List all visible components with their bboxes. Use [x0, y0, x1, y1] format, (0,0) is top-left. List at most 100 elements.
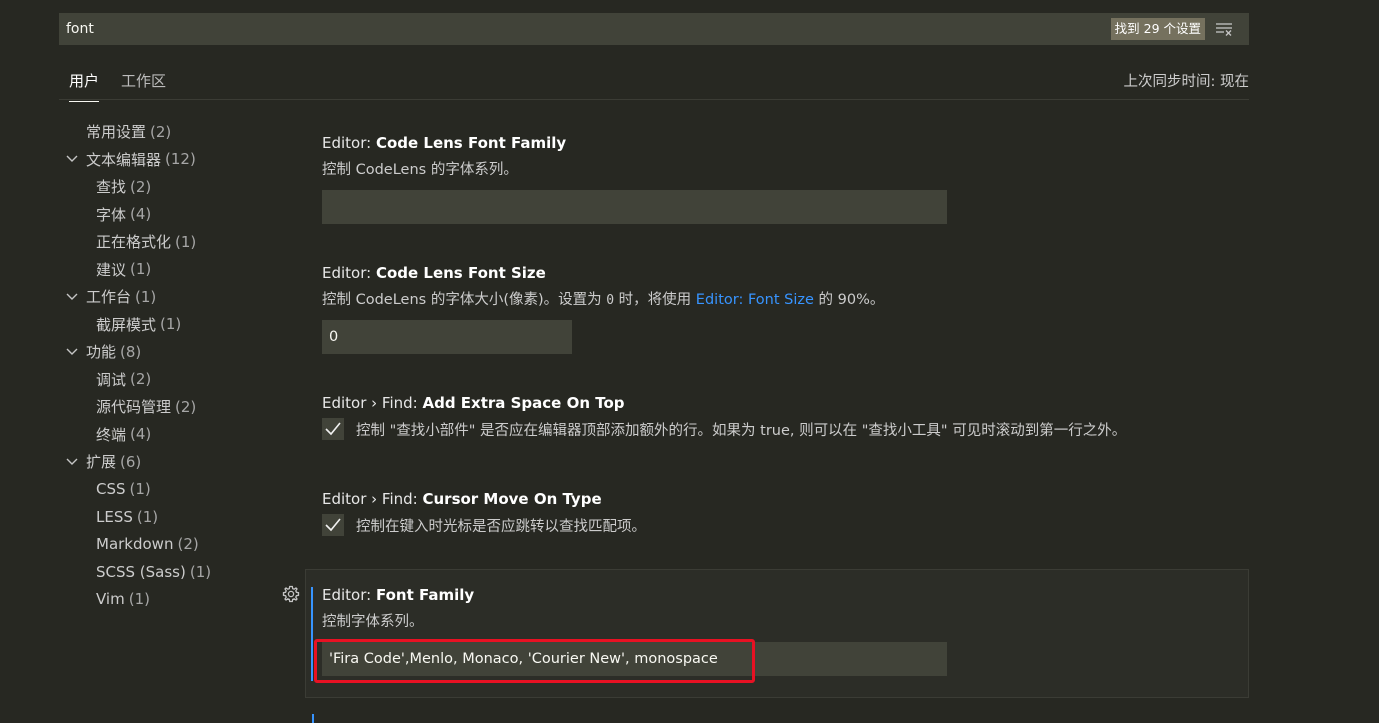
toc-item-count: (4) — [130, 205, 152, 224]
toc-item-label: Vim — [96, 590, 125, 609]
setting-name: Cursor Move On Type — [422, 490, 602, 508]
toc-item-count: (1) — [136, 507, 159, 526]
toc-item-count: (1) — [128, 590, 150, 609]
toc-item-label: 常用设置 — [86, 123, 147, 142]
font-family-input[interactable] — [322, 642, 947, 676]
cursor-move-checkbox[interactable] — [322, 514, 344, 536]
toc-item-find[interactable]: 查找 (2) — [59, 173, 279, 201]
setting-title: Editor › Find: Add Extra Space On Top — [322, 394, 1126, 412]
add-extra-space-checkbox[interactable] — [322, 418, 344, 440]
setting-description: 控制 CodeLens 的字体系列。 — [322, 162, 518, 178]
toc-item-count: (2) — [175, 397, 197, 416]
setting-description: 控制字体系列。 — [322, 614, 424, 630]
toc-item-label: 查找 — [96, 178, 127, 197]
setting-category: Editor › Find: — [322, 490, 423, 508]
toc-item-count: (2) — [177, 535, 199, 554]
settings-scope-tabs: 用户 工作区 上次同步时间: 现在 — [59, 62, 1250, 102]
setting-description: 控制 "查找小部件" 是否应在编辑器顶部添加额外的行。如果为 true, 则可以… — [356, 422, 1127, 439]
toc-item-count: (2) — [130, 177, 152, 196]
setting-name: Code Lens Font Family — [375, 134, 567, 152]
toc-item-label: 截屏模式 — [96, 315, 157, 334]
toc-item-count: (1) — [129, 480, 151, 499]
focus-indicator — [312, 714, 314, 723]
desc-text: 的 90%。 — [813, 292, 885, 308]
desc-text: 控制 CodeLens 的字体大小(像素)。设置为 — [322, 292, 607, 308]
toc-item-markdown[interactable]: Markdown (2) — [59, 531, 279, 559]
checkbox-row: 控制在键入时光标是否应跳转以查找匹配项。 — [322, 514, 646, 536]
code-lens-font-size-input[interactable] — [322, 320, 572, 354]
setting-category: Editor: — [322, 134, 376, 152]
toc-item-count: (6) — [120, 452, 142, 471]
toc-item-terminal[interactable]: 终端 (4) — [59, 421, 279, 449]
toc-item-debug[interactable]: 调试 (2) — [59, 366, 279, 394]
toc-item-vim[interactable]: Vim (1) — [59, 586, 279, 614]
setting-description: 控制 CodeLens 的字体大小(像素)。设置为 0 时，将使用 Editor… — [322, 288, 884, 309]
clear-filter-icon[interactable] — [1213, 18, 1235, 40]
toc-item-workbench[interactable]: 工作台 (1) — [59, 283, 279, 311]
toc-item-label: 字体 — [96, 205, 127, 224]
toc-item-count: (12) — [165, 150, 196, 169]
toc-item-text-editor[interactable]: 文本编辑器 (12) — [59, 146, 279, 174]
desc-code: 0 — [606, 293, 615, 308]
toc-item-scm[interactable]: 源代码管理 (2) — [59, 393, 279, 421]
toc-item-label: 文本编辑器 — [86, 150, 162, 169]
settings-search-bar[interactable]: 找到 29 个设置 — [59, 13, 1249, 45]
setting-name: Font Family — [375, 586, 475, 604]
setting-code-lens-font-size: Editor: Code Lens Font Size 控制 CodeLens … — [322, 264, 884, 354]
toc-item-count: (1) — [189, 562, 212, 581]
sync-status: 上次同步时间: 现在 — [1123, 74, 1250, 90]
toc-item-count: (4) — [130, 425, 152, 444]
focus-indicator — [311, 587, 313, 681]
setting-category: Editor: — [322, 264, 376, 282]
toc-item-screencast-mode[interactable]: 截屏模式 (1) — [59, 311, 279, 339]
toc-item-label: CSS — [96, 480, 126, 499]
setting-title: Editor: Code Lens Font Family — [322, 134, 947, 152]
setting-category: Editor › Find: — [322, 394, 423, 412]
toc-item-count: (1) — [130, 260, 152, 279]
toc-item-label: 源代码管理 — [96, 398, 172, 417]
toc-item-label: 扩展 — [86, 453, 117, 472]
gear-icon[interactable] — [281, 584, 301, 604]
toc-item-label: 调试 — [96, 370, 127, 389]
editor-font-size-link[interactable]: Editor: Font Size — [696, 292, 814, 308]
toc-item-formatting[interactable]: 正在格式化 (1) — [59, 228, 279, 256]
check-icon — [325, 518, 341, 532]
toc-item-font[interactable]: 字体 (4) — [59, 201, 279, 229]
toc-item-label: 终端 — [96, 425, 127, 444]
toc-item-common[interactable]: 常用设置 (2) — [59, 118, 279, 146]
setting-name: Code Lens Font Size — [375, 264, 546, 282]
setting-code-lens-font-family: Editor: Code Lens Font Family 控制 CodeLen… — [322, 134, 947, 224]
toc-item-label: 正在格式化 — [96, 233, 172, 252]
setting-name: Add Extra Space On Top — [422, 394, 625, 412]
setting-category: Editor: — [322, 586, 376, 604]
toc-item-css[interactable]: CSS (1) — [59, 476, 279, 504]
toc-item-less[interactable]: LESS (1) — [59, 503, 279, 531]
tab-workspace[interactable]: 工作区 — [121, 70, 166, 101]
toc-item-count: (1) — [160, 315, 182, 334]
checkbox-row: 控制 "查找小部件" 是否应在编辑器顶部添加额外的行。如果为 true, 则可以… — [322, 418, 1126, 440]
settings-toc: 常用设置 (2) 文本编辑器 (12) 查找 (2) 字体 (4) 正在格式化 (1) 建… — [59, 118, 279, 613]
toc-item-scss[interactable]: SCSS (Sass) (1) — [59, 558, 279, 586]
setting-title: Editor › Find: Cursor Move On Type — [322, 490, 646, 508]
toc-item-label: SCSS (Sass) — [96, 562, 186, 581]
chevron-down-icon — [64, 289, 80, 305]
settings-search-input[interactable] — [59, 13, 1111, 45]
toc-item-count: (8) — [120, 342, 142, 361]
toc-item-label: LESS — [96, 507, 133, 526]
toc-item-count: (1) — [135, 287, 157, 306]
setting-title: Editor: Font Family — [322, 586, 947, 604]
toc-item-suggestions[interactable]: 建议 (1) — [59, 256, 279, 284]
toc-item-label: 建议 — [96, 260, 127, 279]
search-result-count: 找到 29 个设置 — [1110, 18, 1205, 40]
toc-item-extensions[interactable]: 扩展 (6) — [59, 448, 279, 476]
setting-find-cursor-move: Editor › Find: Cursor Move On Type 控制在键入… — [322, 490, 646, 536]
setting-description: 控制在键入时光标是否应跳转以查找匹配项。 — [356, 518, 646, 535]
toc-item-label: 工作台 — [86, 288, 132, 307]
tab-user[interactable]: 用户 — [69, 70, 100, 102]
chevron-down-icon — [64, 454, 80, 470]
toc-item-features[interactable]: 功能 (8) — [59, 338, 279, 366]
toc-item-count: (2) — [150, 122, 172, 141]
code-lens-font-family-input[interactable] — [322, 190, 947, 224]
check-icon — [325, 422, 341, 436]
next-setting-peek — [312, 714, 512, 723]
